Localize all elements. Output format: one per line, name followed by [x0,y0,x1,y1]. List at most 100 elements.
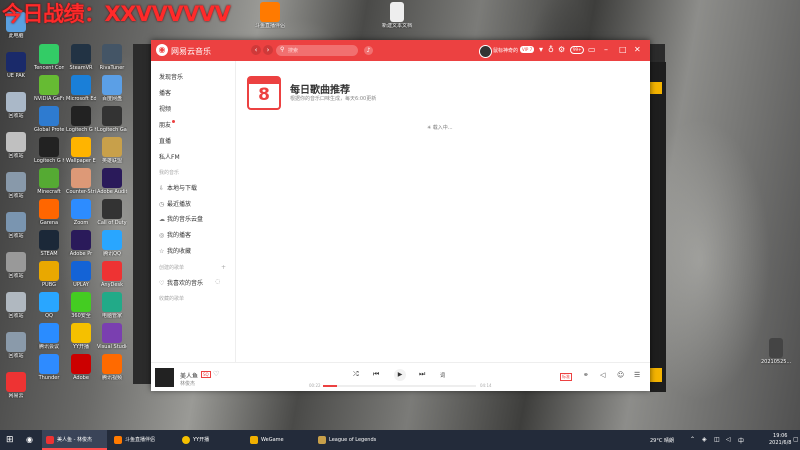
desktop-icon[interactable]: Visual Studio [97,323,127,350]
desktop-icon[interactable]: UPLAY [66,261,96,288]
desktop-icon[interactable]: Logitech G HUB [66,106,96,133]
mini-mode-icon[interactable]: ▭ [588,45,596,55]
sidebar-item-local[interactable]: ⇩ 本地与下载 [159,183,197,192]
forward-arrow-icon[interactable]: › [263,45,273,55]
skin-icon[interactable]: ♁ [548,45,554,55]
taskbar-item-lol[interactable]: League of Legends [314,430,390,450]
taskbar-item-netease[interactable]: 美人鱼 - 林俊杰 [42,430,107,450]
maximize-icon[interactable]: □ [619,45,627,55]
like-heart-icon[interactable]: ♡ [213,370,219,378]
collected-playlists-heading[interactable]: 收藏的歌单 [159,295,184,302]
desktop-icon[interactable]: 腾讯会议 [34,323,64,350]
desktop-icon[interactable]: Adobe Pr [66,230,96,257]
vip-badge[interactable]: VIP 7 [520,46,535,53]
close-icon[interactable]: ✕ [634,45,641,55]
progress-bar[interactable] [323,385,476,387]
sidebar-item-liked[interactable]: ♡ 我喜欢的音乐 [159,278,203,287]
sidebar-item-cloud[interactable]: ☁ 我的音乐云盘 [159,214,203,223]
desktop-icon[interactable]: NVIDIA GeForce Experience [34,75,64,102]
volume-tray-icon[interactable]: ◁ [726,436,731,443]
desktop-icon[interactable]: Zoom [66,199,96,226]
sidebar-item-recent[interactable]: ◷ 最近播放 [159,199,191,208]
weather[interactable]: 29°C 晴朗 [650,437,674,444]
desktop-icon[interactable]: Call of Duty [97,199,127,226]
previous-icon[interactable]: ⏮ [373,370,379,379]
desktop-icon[interactable]: Wallpaper Engine [66,137,96,164]
taskbar-item-yy[interactable]: YY开播 [178,430,247,450]
settings-icon[interactable]: ⚙ [558,45,565,55]
desktop-icon-textfile[interactable]: 新建文本文档 [382,2,412,29]
sidebar-item-live[interactable]: 直播 [159,136,171,145]
avatar[interactable] [479,45,492,58]
quality-selector[interactable]: 标准 [560,373,572,381]
desktop-icon[interactable]: 百度网盘 [97,75,127,102]
clock[interactable]: 19:06 2021/6/8 [769,433,791,447]
sidebar-item-discover[interactable]: 发现音乐 [159,72,183,81]
security-tray-icon[interactable]: ◈ [702,436,707,443]
back-arrow-icon[interactable]: ‹ [251,45,261,55]
sidebar-item-fm[interactable]: 私人FM [159,152,180,161]
next-icon[interactable]: ⏭ [419,370,425,379]
desktop-icon-video[interactable]: 20210525... [761,338,791,365]
desktop-icon[interactable]: SteamVR [66,44,96,71]
song-title[interactable]: 美人鱼 [180,371,198,380]
desktop-icon[interactable]: Tencent Connected [34,44,64,71]
sidebar-item-friends[interactable]: 朋友 [159,120,176,129]
desktop-icon[interactable]: 网易云 [1,372,31,399]
desktop-icon[interactable]: 回收站 [1,212,31,239]
desktop-icon[interactable]: Microsoft Edge [66,75,96,102]
notification-icon[interactable]: ▢ [793,436,799,443]
minimize-icon[interactable]: – [604,45,608,55]
desktop-icon[interactable]: Thunder [34,354,64,381]
desktop-icon[interactable]: 回收站 [1,92,31,119]
desktop-icon[interactable]: Adobe Audition [97,168,127,195]
desktop-icon[interactable]: 360安全 [66,292,96,319]
heartbeat-mode-icon[interactable]: ◌ [215,278,220,285]
lyrics-button[interactable]: 词 [440,372,445,379]
desktop-icon[interactable]: 腾讯QQ [97,230,127,257]
desktop-icon[interactable]: Logitech Gaming [97,106,127,133]
playlist-icon[interactable]: ☰ [634,371,640,379]
desktop-icon[interactable]: 回收站 [1,292,31,319]
desktop-icon[interactable]: 腾讯视频 [97,354,127,381]
taskbar-item-wegame[interactable]: WeGame [246,430,315,450]
desktop-icon[interactable]: Counter-Strike [66,168,96,195]
desktop-icon[interactable]: YY开播 [66,323,96,350]
search-input[interactable]: ⚲ 搜索 [276,45,358,56]
desktop-icon[interactable]: RivaTuner [97,44,127,71]
desktop-icon[interactable]: 回收站 [1,252,31,279]
desktop-icon[interactable]: Minecraft [34,168,64,195]
sidebar-item-podcast[interactable]: 播客 [159,88,171,97]
sound-effect-icon[interactable]: ⚭ [583,371,589,379]
message-badge[interactable]: 99+ [570,46,585,54]
username[interactable]: 鼠标神奇的 [493,47,518,54]
desktop-icon[interactable]: AnyDesk [97,261,127,288]
shuffle-icon[interactable]: ⤮ [353,370,359,379]
chevron-down-icon[interactable]: ▾ [539,45,543,55]
desktop-icon-douyu[interactable]: 斗鱼直播伴侣 [255,2,285,29]
desktop-icon[interactable]: Adobe [66,354,96,381]
desktop-icon[interactable]: 回收站 [1,332,31,359]
desktop-icon[interactable]: 回收站 [1,172,31,199]
desktop-icon[interactable]: UE PAK [1,52,31,79]
play-button[interactable]: ▶ [394,369,406,381]
desktop-icon[interactable]: Logitech G HUB [34,137,64,164]
add-playlist-icon[interactable]: + [221,264,226,271]
album-cover[interactable] [155,368,174,387]
desktop-icon[interactable]: QQ [34,292,64,319]
sidebar-item-collection[interactable]: ☆ 我的收藏 [159,246,191,255]
desktop-icon[interactable]: 回收站 [1,132,31,159]
voice-search-icon[interactable]: ♪ [364,46,373,55]
desktop-icon[interactable]: 英雄联盟 [97,137,127,164]
desktop-icon[interactable]: PUBG [34,261,64,288]
taskbar-item-douyu[interactable]: 斗鱼直播伴侣 [110,430,179,450]
desktop-icon[interactable]: 电脑管家 [97,292,127,319]
listen-together-icon[interactable]: ☺ [617,371,624,379]
desktop-icon[interactable]: STEAM [34,230,64,257]
artist-name[interactable]: 林俊杰 [180,380,195,387]
sidebar-item-my-podcast[interactable]: ◎ 我的播客 [159,230,191,239]
desktop-icon[interactable]: Garena [34,199,64,226]
desktop-icon[interactable]: Global Protect [34,106,64,133]
sidebar-item-video[interactable]: 视频 [159,104,171,113]
network-icon[interactable]: ◫ [714,436,720,443]
